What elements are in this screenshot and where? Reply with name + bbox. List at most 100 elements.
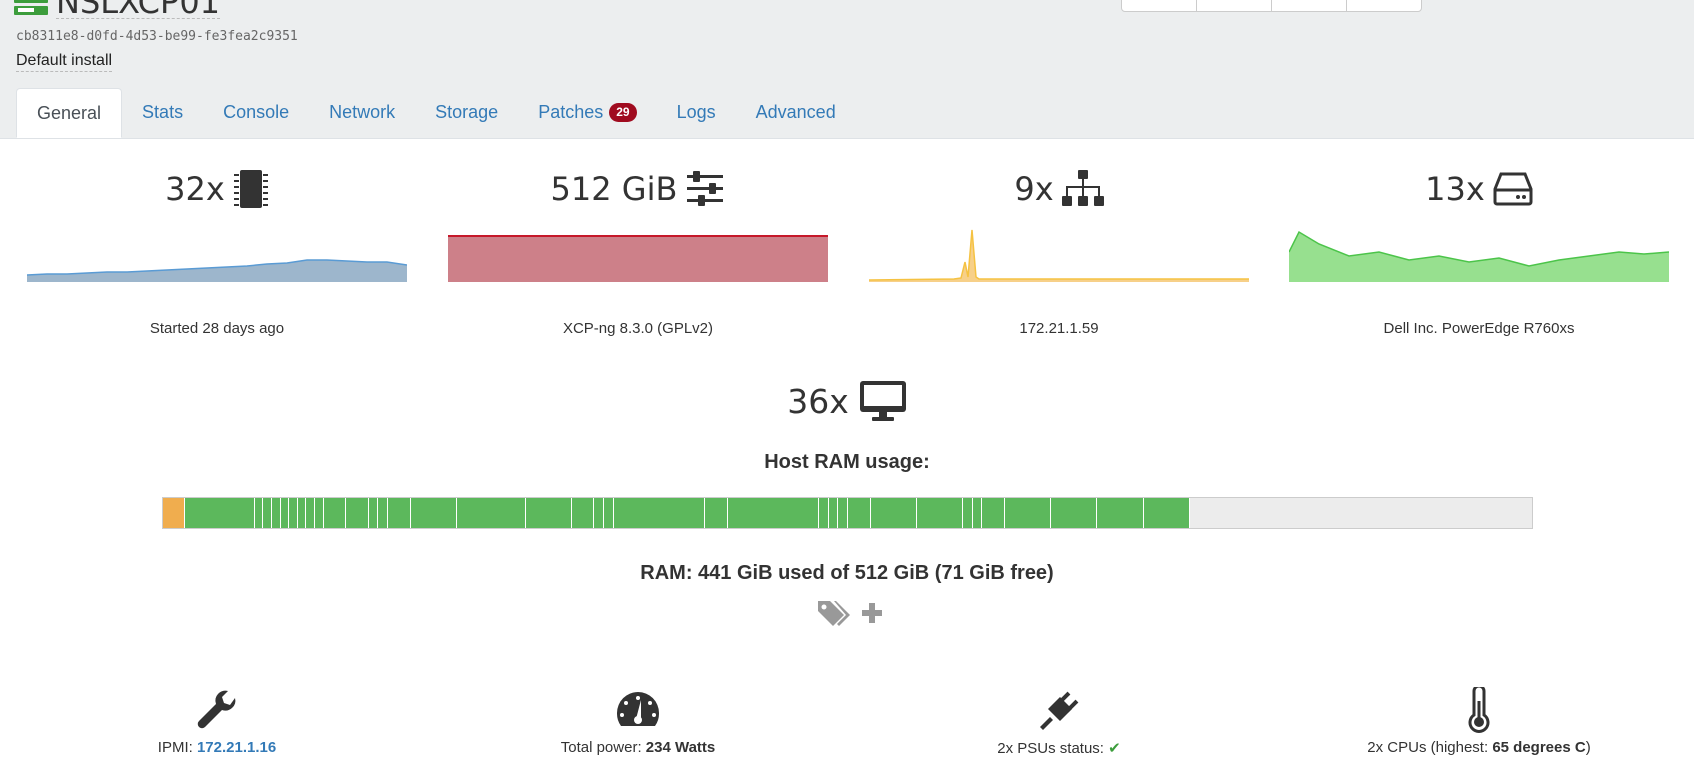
ram-segment-vm[interactable] xyxy=(263,498,273,528)
power-info: Total power: 234 Watts xyxy=(448,686,828,756)
ram-segment-vm[interactable] xyxy=(594,498,605,528)
ram-segment-vm[interactable] xyxy=(323,498,347,528)
tab-label: Storage xyxy=(435,102,499,122)
tab-patches[interactable]: Patches 29 xyxy=(518,88,656,138)
storage-sparkline xyxy=(1289,230,1669,282)
tab-label: Console xyxy=(223,102,290,122)
ram-segment-vm[interactable] xyxy=(982,498,1005,528)
ram-segment-vm[interactable] xyxy=(456,498,526,528)
tab-stats[interactable]: Stats xyxy=(122,88,203,138)
network-count: 9x xyxy=(1014,170,1054,208)
cpu-temp-label: 2x CPUs (highest: xyxy=(1367,739,1489,756)
host-description[interactable]: Default install xyxy=(16,51,113,72)
uptime-text: Started 28 days ago xyxy=(149,320,285,337)
host-header: NSLXCP01 cb8311e8-d0fd-4d53-be99-fe3fea2… xyxy=(0,0,1694,139)
patches-count-badge: 29 xyxy=(609,103,637,122)
ram-segment-vm[interactable] xyxy=(254,498,264,528)
wrench-icon xyxy=(197,690,236,729)
thermometer-icon xyxy=(1468,687,1490,733)
memory-stat: 512 GiB xyxy=(448,168,828,210)
tab-label: General xyxy=(37,103,102,123)
ram-segment-vm[interactable] xyxy=(410,498,457,528)
tab-advanced[interactable]: Advanced xyxy=(736,88,856,138)
hard-drive-icon xyxy=(1493,172,1533,206)
server-icon xyxy=(14,0,48,15)
cpu-count: 32x xyxy=(165,170,225,208)
tags-icon[interactable] xyxy=(816,598,854,628)
host-uuid: cb8311e8-d0fd-4d53-be99-fe3fea2c9351 xyxy=(16,29,298,44)
host-name[interactable]: NSLXCP01 xyxy=(56,0,221,19)
ram-segment-vm[interactable] xyxy=(1004,498,1052,528)
ipmi-link[interactable]: 172.21.1.16 xyxy=(197,739,276,756)
memory-sparkline xyxy=(448,235,828,282)
ram-segment-vm[interactable] xyxy=(705,498,728,528)
psu-info: 2x PSUs status: ✔ xyxy=(869,686,1249,757)
ram-segment-vm[interactable] xyxy=(388,498,411,528)
ram-usage-bar xyxy=(162,497,1533,529)
vm-count: 36x xyxy=(0,380,1694,422)
host-action-buttons xyxy=(1121,0,1422,12)
tab-label: Logs xyxy=(676,102,716,122)
ram-segment-vm[interactable] xyxy=(613,498,706,528)
storage-count: 13x xyxy=(1425,170,1485,208)
ram-segment-vm[interactable] xyxy=(280,498,290,528)
ram-segment-vm[interactable] xyxy=(870,498,917,528)
tab-label: Patches xyxy=(538,102,604,122)
ram-segment-vm[interactable] xyxy=(368,498,379,528)
ram-segment-vm[interactable] xyxy=(828,498,839,528)
ram-segment-vm[interactable] xyxy=(1097,498,1144,528)
ram-segment-vm[interactable] xyxy=(306,498,316,528)
vm-count-label: 36x xyxy=(787,381,849,421)
tags xyxy=(816,598,884,628)
cpu-stat: 32x xyxy=(27,168,407,210)
action-button[interactable] xyxy=(1347,0,1421,11)
ram-segment-vm[interactable] xyxy=(819,498,829,528)
ram-segment-vm[interactable] xyxy=(571,498,595,528)
ram-segment-vm[interactable] xyxy=(346,498,369,528)
ram-segment-vm[interactable] xyxy=(838,498,849,528)
tab-label: Advanced xyxy=(755,102,836,122)
ram-segment-vm[interactable] xyxy=(297,498,307,528)
plug-icon xyxy=(1040,691,1079,730)
tab-network[interactable]: Network xyxy=(309,88,415,138)
hardware-model-text: Dell Inc. PowerEdge R760xs xyxy=(1383,320,1575,337)
ram-segment-vm[interactable] xyxy=(604,498,614,528)
sliders-icon xyxy=(687,171,724,206)
ram-segment-vm[interactable] xyxy=(963,498,973,528)
ram-segment-vm[interactable] xyxy=(848,498,871,528)
cpu-chip-icon xyxy=(233,170,268,208)
ram-segment-vm[interactable] xyxy=(972,498,983,528)
psu-label: 2x PSUs status: xyxy=(997,740,1104,757)
ram-segment-vm[interactable] xyxy=(1051,498,1098,528)
action-button[interactable] xyxy=(1197,0,1272,11)
add-tag-icon[interactable] xyxy=(860,601,884,625)
ram-segment-vm[interactable] xyxy=(272,498,281,528)
ram-segment-vm[interactable] xyxy=(525,498,572,528)
tachometer-icon xyxy=(616,692,660,726)
cpu-temp-info: 2x CPUs (highest: 65 degrees C) xyxy=(1289,686,1669,756)
network-icon xyxy=(1061,170,1104,206)
ram-segment-vm[interactable] xyxy=(185,498,255,528)
action-button[interactable] xyxy=(1122,0,1197,11)
ram-segment-vm[interactable] xyxy=(916,498,964,528)
ipmi-label: IPMI: xyxy=(157,739,193,756)
ram-summary: RAM: 441 GiB used of 512 GiB (71 GiB fre… xyxy=(640,562,1054,584)
tab-label: Stats xyxy=(142,102,184,122)
cpu-temp-suffix: ) xyxy=(1585,739,1591,756)
ram-segment-vm[interactable] xyxy=(727,498,820,528)
desktop-icon xyxy=(859,381,906,421)
ram-segment-host[interactable] xyxy=(163,498,185,528)
tab-logs[interactable]: Logs xyxy=(657,88,736,138)
cpu-temp-value: 65 degrees C xyxy=(1492,739,1586,756)
ram-segment-vm[interactable] xyxy=(315,498,324,528)
ram-segment-vm[interactable] xyxy=(289,498,298,528)
tab-console[interactable]: Console xyxy=(203,88,309,138)
memory-count: 512 GiB xyxy=(550,170,678,208)
cpu-sparkline xyxy=(27,259,407,282)
ram-segment-vm[interactable] xyxy=(1143,498,1190,528)
tab-general[interactable]: General xyxy=(16,88,123,138)
power-value: 234 Watts xyxy=(645,739,716,756)
action-button[interactable] xyxy=(1272,0,1347,11)
tab-storage[interactable]: Storage xyxy=(415,88,518,138)
ram-segment-vm[interactable] xyxy=(378,498,389,528)
